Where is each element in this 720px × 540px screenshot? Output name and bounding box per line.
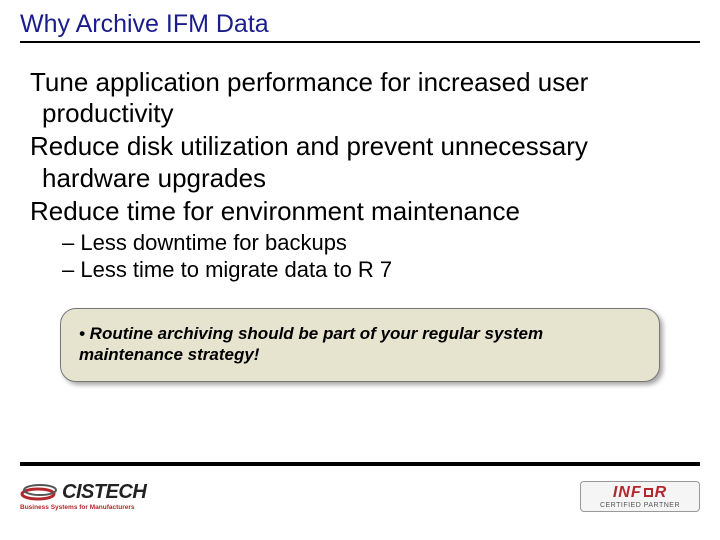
- slide: Why Archive IFM Data Tune application pe…: [0, 0, 720, 540]
- sub-bullet-item: – Less downtime for backups: [30, 229, 690, 257]
- sub-bullet-item: – Less time to migrate data to R 7: [30, 256, 690, 284]
- infor-mark: INF R: [589, 485, 691, 501]
- infor-word-left: INF: [613, 485, 642, 501]
- square-icon: [644, 488, 653, 497]
- bullet-item: Reduce time for environment maintenance: [30, 196, 690, 227]
- infor-subtitle: CERTIFIED PARTNER: [589, 502, 691, 509]
- cistech-logo: CISTECH Business Systems for Manufacture…: [20, 481, 146, 512]
- cistech-name: CISTECH: [62, 482, 146, 502]
- cistech-mark: CISTECH: [20, 481, 146, 503]
- callout-text: • Routine archiving should be part of yo…: [79, 324, 543, 364]
- callout-box: • Routine archiving should be part of yo…: [60, 308, 660, 383]
- infor-logo: INF R CERTIFIED PARTNER: [580, 481, 700, 512]
- infor-word-right: R: [655, 485, 668, 501]
- cistech-tagline: Business Systems for Manufacturers: [20, 505, 135, 512]
- footer: CISTECH Business Systems for Manufacture…: [20, 462, 700, 518]
- slide-title: Why Archive IFM Data: [20, 10, 700, 43]
- bullet-item: Reduce disk utilization and prevent unne…: [30, 131, 690, 193]
- slide-body: Tune application performance for increas…: [20, 67, 700, 382]
- bullet-item: Tune application performance for increas…: [30, 67, 690, 129]
- swoosh-icon: [20, 481, 58, 503]
